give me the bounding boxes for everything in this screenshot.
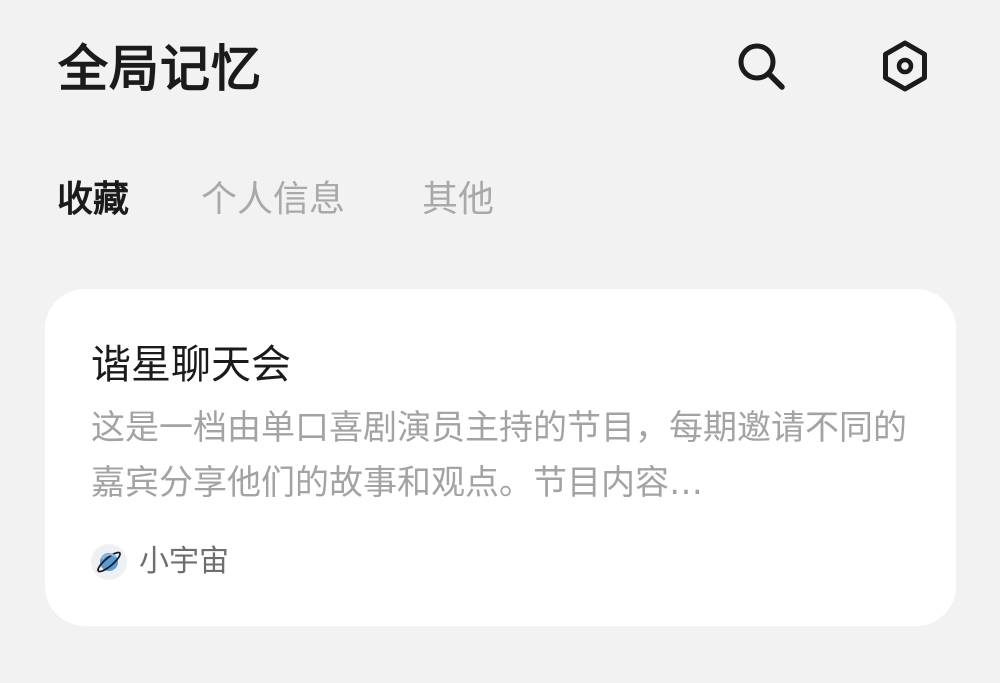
source-name: 小宇宙 [139,544,229,579]
page-title: 全局记忆 [58,40,262,98]
search-button[interactable] [733,38,789,94]
settings-button[interactable] [877,38,933,94]
header: 全局记忆 [0,0,1000,140]
tab-bar: 收藏 个人信息 其他 [0,172,1000,232]
planet-icon [97,551,121,573]
source-avatar [91,544,127,580]
tab-favorites[interactable]: 收藏 [57,172,129,228]
card-source: 小宇宙 [91,539,229,585]
tab-personal-info[interactable]: 个人信息 [201,172,345,228]
card-description: 这是一档由单口喜剧演员主持的节目，每期邀请不同的嘉宾分享他们的故事和观点。节目内… [91,408,907,503]
tab-other[interactable]: 其他 [422,172,494,228]
memory-card[interactable]: 谐星聊天会 这是一档由单口喜剧演员主持的节目，每期邀请不同的嘉宾分享他们的故事和… [45,289,956,626]
hexagon-settings-icon [883,40,927,92]
search-icon [738,43,785,90]
card-title: 谐星聊天会 [91,342,291,388]
